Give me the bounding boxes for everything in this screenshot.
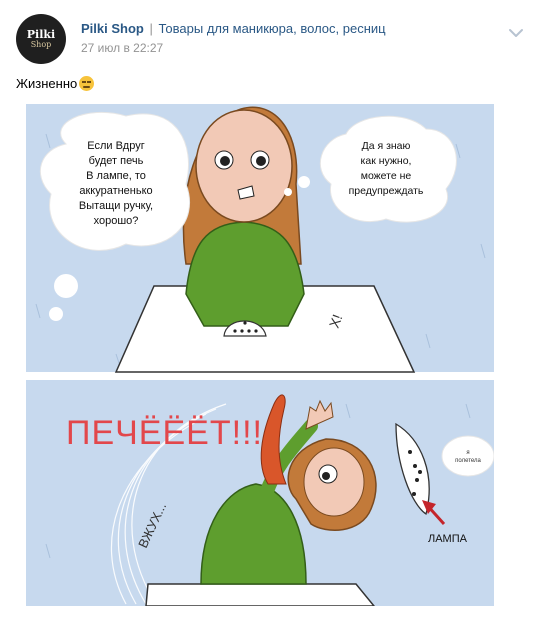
author-name[interactable]: Pilki Shop — [81, 21, 144, 36]
avatar[interactable]: Pilki Shop — [16, 14, 66, 64]
bubble-left-line5: Вытащи ручку, — [79, 200, 153, 212]
chevron-down-icon[interactable] — [507, 24, 525, 42]
post-text: Жизненно — [16, 76, 95, 91]
post-date[interactable]: 27 июл в 22:27 — [81, 41, 163, 55]
bubble-left-line1: Если Вдруг — [87, 140, 144, 152]
post-author[interactable]: Pilki Shop | Товары для маникюра, волос,… — [81, 21, 386, 36]
comic-panel-bottom: ВЖУХ... ПЕЧЁЁЁТ!!! я полетела ЛАМПА — [26, 380, 494, 606]
avatar-line2: Shop — [30, 39, 52, 49]
comic-image[interactable]: Х! Если Вдруг будет печь В лампе, то акк… — [26, 104, 494, 606]
bubble-right-line3: можете не — [361, 170, 412, 182]
author-separator: | — [149, 21, 153, 36]
bubble-right-line4: предупреждать — [349, 185, 424, 197]
lamp-bubble-line1: я — [466, 450, 469, 456]
bubble-left-line2: будет печь — [89, 155, 144, 167]
post-header: Pilki Shop Pilki Shop | Товары для маник… — [16, 14, 527, 64]
lamp-label: ЛАМПА — [428, 533, 468, 545]
lamp-bubble — [441, 435, 494, 477]
comic-panel-top: Х! Если Вдруг будет печь В лампе, то акк… — [26, 104, 494, 373]
lamp-bubble-line2: полетела — [455, 458, 481, 464]
bubble-left-line4: аккуратненько — [79, 185, 152, 197]
bubble-right-line2: как нужно, — [361, 155, 412, 167]
post-text-content: Жизненно — [16, 76, 78, 91]
author-subtitle[interactable]: Товары для маникюра, волос, ресниц — [158, 21, 385, 36]
avatar-line1: Pilki — [26, 27, 56, 41]
bubble-left-line3: В лампе, то — [86, 170, 146, 182]
bubble-left-line6: хорошо? — [94, 215, 139, 227]
shout-text: ПЕЧЁЁЁТ!!! — [66, 414, 263, 452]
bubble-right-line1: Да я знаю — [362, 140, 411, 152]
neutral-face-emoji — [79, 76, 95, 91]
